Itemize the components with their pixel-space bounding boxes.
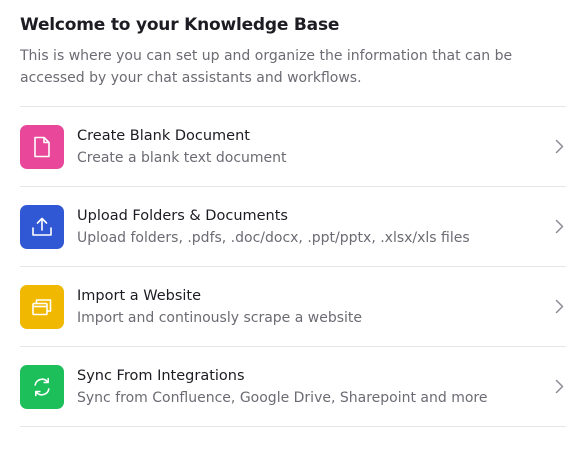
- chevron-right-icon: [546, 219, 564, 234]
- import-website-tile: [20, 284, 64, 329]
- option-label: Sync From Integrations: [77, 367, 245, 384]
- option-description: Sync from Confluence, Google Drive, Shar…: [77, 389, 488, 406]
- page-title: Welcome to your Knowledge Base: [20, 15, 340, 35]
- sync-icon: [31, 376, 53, 398]
- chevron-right-icon: [546, 379, 564, 394]
- browser-windows-icon: [31, 297, 53, 317]
- page-subtitle: This is where you can set up and organiz…: [20, 48, 513, 86]
- create-blank-document-option[interactable]: Create Blank Document Create a blank tex…: [20, 107, 566, 187]
- upload-tile: [20, 204, 64, 249]
- knowledge-base-welcome: Welcome to your Knowledge Base This is w…: [0, 0, 587, 452]
- option-text: Import a Website Import and continously …: [77, 286, 546, 328]
- option-text: Sync From Integrations Sync from Conflue…: [77, 366, 546, 408]
- document-icon: [32, 136, 52, 158]
- sync-integrations-option[interactable]: Sync From Integrations Sync from Conflue…: [20, 347, 566, 427]
- option-description: Upload folders, .pdfs, .doc/docx, .ppt/p…: [77, 229, 470, 246]
- import-website-option[interactable]: Import a Website Import and continously …: [20, 267, 566, 347]
- option-text: Create Blank Document Create a blank tex…: [77, 126, 546, 168]
- options-list: Create Blank Document Create a blank tex…: [20, 106, 566, 427]
- option-text: Upload Folders & Documents Upload folder…: [77, 206, 546, 248]
- sync-tile: [20, 364, 64, 409]
- chevron-right-icon: [546, 139, 564, 154]
- option-label: Create Blank Document: [77, 127, 250, 144]
- create-document-tile: [20, 124, 64, 169]
- option-description: Import and continously scrape a website: [77, 309, 362, 326]
- option-description: Create a blank text document: [77, 149, 287, 166]
- chevron-right-icon: [546, 299, 564, 314]
- upload-icon: [31, 217, 53, 237]
- option-label: Upload Folders & Documents: [77, 207, 288, 224]
- option-label: Import a Website: [77, 287, 202, 304]
- upload-folders-documents-option[interactable]: Upload Folders & Documents Upload folder…: [20, 187, 566, 267]
